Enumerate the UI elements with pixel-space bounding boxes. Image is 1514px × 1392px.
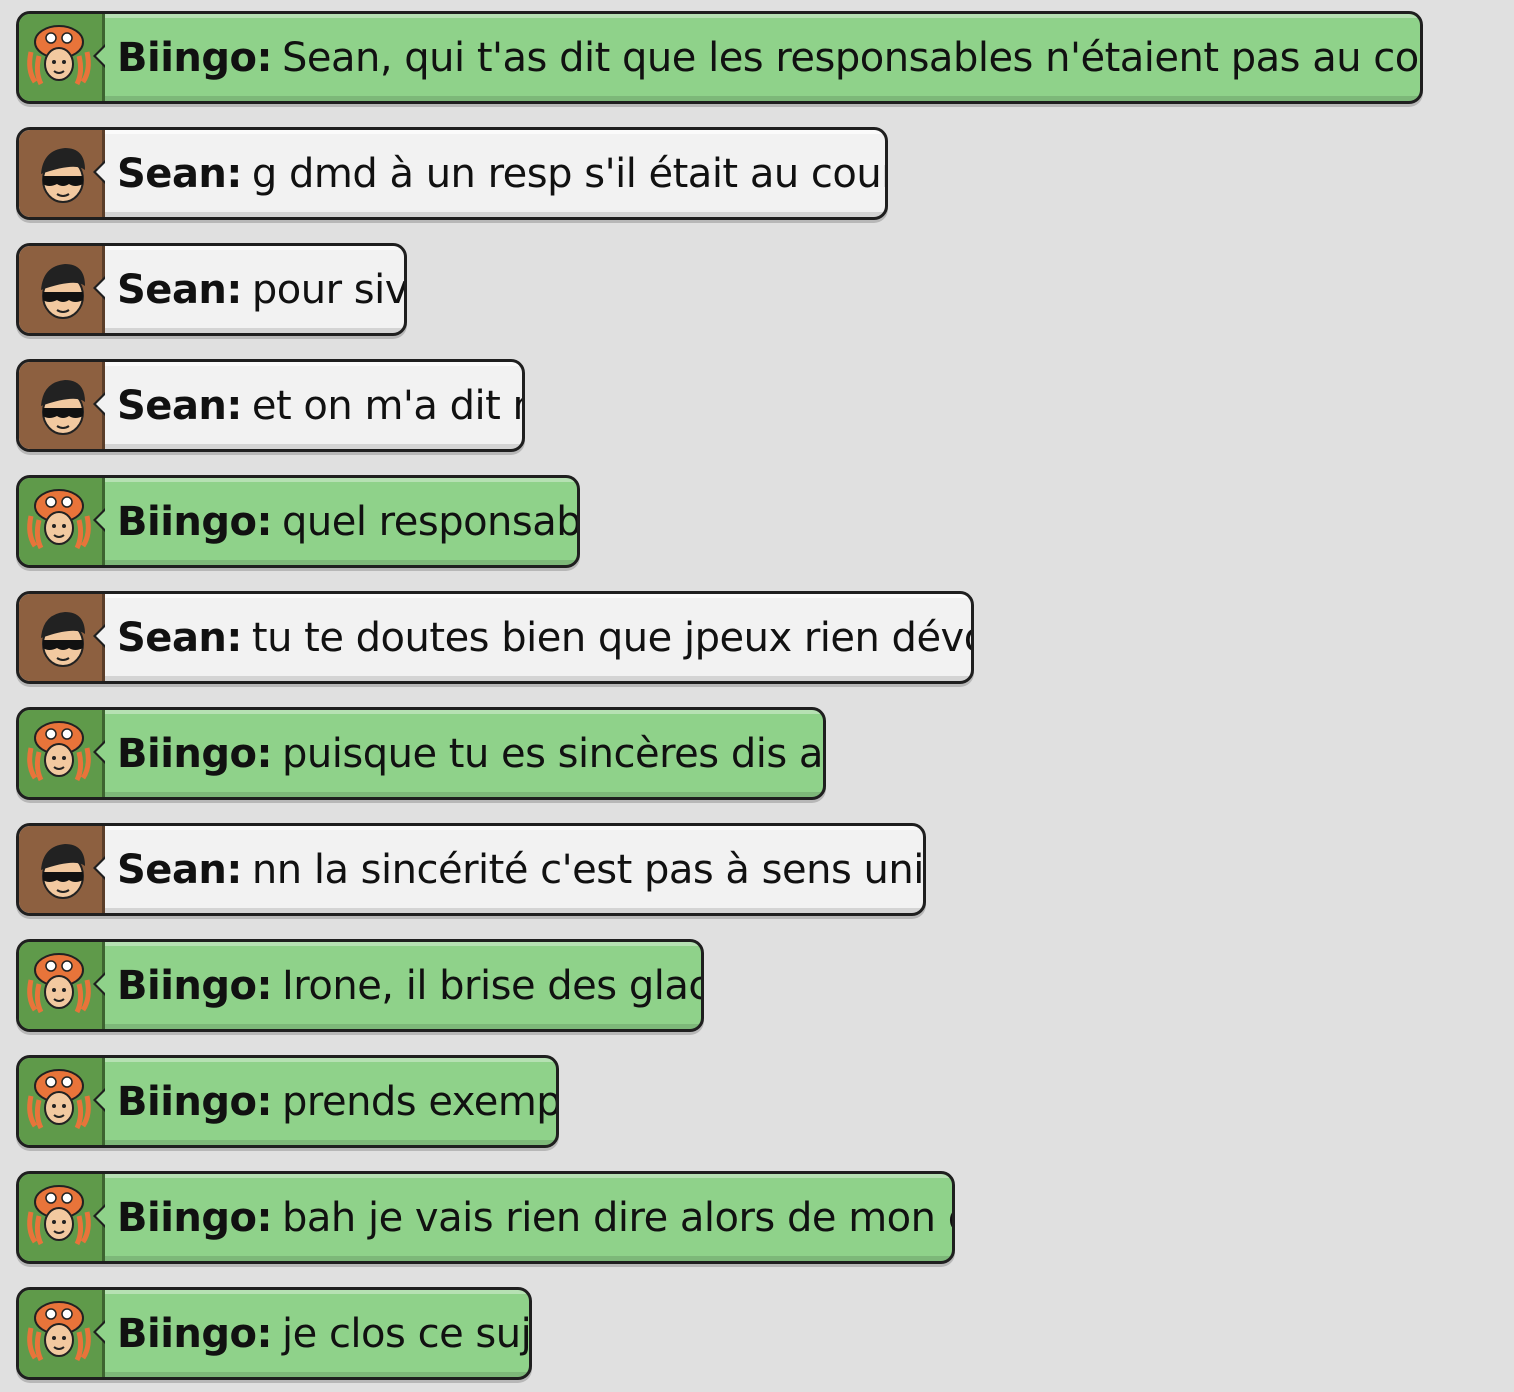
avatar[interactable] xyxy=(19,14,105,101)
message-username[interactable]: Sean: xyxy=(117,383,242,429)
message-username[interactable]: Biingo: xyxy=(117,731,273,777)
avatar[interactable] xyxy=(19,130,105,217)
message-text: je clos ce sujet xyxy=(282,1310,532,1357)
octopus-hat-avatar-icon xyxy=(27,1185,91,1246)
avatar[interactable] xyxy=(19,826,105,913)
message-text: puisque tu es sincères dis alors xyxy=(282,730,823,777)
message-text: g dmd à un resp s'il était au courant xyxy=(251,150,885,197)
avatar[interactable] xyxy=(19,478,105,565)
message-username[interactable]: Biingo: xyxy=(117,35,273,81)
message-username[interactable]: Biingo: xyxy=(117,1311,273,1357)
message-text: et on m'a dit nn xyxy=(251,382,522,429)
message-text: tu te doutes bien que jpeux rien dévoile… xyxy=(251,614,974,661)
message-username[interactable]: Biingo: xyxy=(117,963,273,1009)
sunglasses-avatar-icon xyxy=(41,264,85,319)
message-username[interactable]: Sean: xyxy=(117,615,242,661)
octopus-hat-avatar-icon xyxy=(27,489,91,550)
octopus-hat-avatar-icon xyxy=(27,953,91,1014)
avatar[interactable] xyxy=(19,1290,105,1377)
message-text: pour sive xyxy=(251,266,407,313)
avatar[interactable] xyxy=(19,246,105,333)
chat-message: Biingo: Irone, il brise des glaces xyxy=(16,939,704,1032)
message-username[interactable]: Sean: xyxy=(117,151,242,197)
sunglasses-avatar-icon xyxy=(41,612,85,667)
chat-message: Sean: tu te doutes bien que jpeux rien d… xyxy=(16,591,974,684)
message-text: nn la sincérité c'est pas à sens unique! xyxy=(251,846,924,893)
chat-message: Sean: pour sive xyxy=(16,243,407,336)
sunglasses-avatar-icon xyxy=(41,148,85,203)
chat-message: Biingo: Sean, qui t'as dit que les respo… xyxy=(16,11,1423,104)
chat-message: Biingo: puisque tu es sincères dis alors xyxy=(16,707,826,800)
avatar[interactable] xyxy=(19,1058,105,1145)
chat-message: Sean: g dmd à un resp s'il était au cour… xyxy=(16,127,888,220)
message-username[interactable]: Biingo: xyxy=(117,499,273,545)
message-username[interactable]: Sean: xyxy=(117,267,242,313)
chat-message: Sean: nn la sincérité c'est pas à sens u… xyxy=(16,823,926,916)
sunglasses-avatar-icon xyxy=(41,844,85,899)
avatar[interactable] xyxy=(19,942,105,1029)
chat-message: Biingo: je clos ce sujet xyxy=(16,1287,532,1380)
chat-message: Sean: et on m'a dit nn xyxy=(16,359,525,452)
message-username[interactable]: Sean: xyxy=(117,847,242,893)
message-text: Irone, il brise des glaces xyxy=(282,962,701,1009)
octopus-hat-avatar-icon xyxy=(27,25,91,86)
avatar[interactable] xyxy=(19,710,105,797)
octopus-hat-avatar-icon xyxy=(27,721,91,782)
avatar[interactable] xyxy=(19,594,105,681)
octopus-hat-avatar-icon xyxy=(27,1301,91,1362)
sunglasses-avatar-icon xyxy=(41,380,85,435)
message-text: bah je vais rien dire alors de mon coté xyxy=(282,1194,952,1241)
octopus-hat-avatar-icon xyxy=(27,1069,91,1130)
chat-message: Biingo: bah je vais rien dire alors de m… xyxy=(16,1171,955,1264)
chat-message: Biingo: prends exemple xyxy=(16,1055,559,1148)
message-text: quel responsable xyxy=(282,498,580,545)
avatar[interactable] xyxy=(19,362,105,449)
message-text: Sean, qui t'as dit que les responsables … xyxy=(282,34,1420,81)
message-username[interactable]: Biingo: xyxy=(117,1079,273,1125)
message-username[interactable]: Biingo: xyxy=(117,1195,273,1241)
chat-message: Biingo: quel responsable xyxy=(16,475,580,568)
message-text: prends exemple xyxy=(282,1078,559,1125)
avatar[interactable] xyxy=(19,1174,105,1261)
chat-log: Biingo: Sean, qui t'as dit que les respo… xyxy=(16,11,1496,1391)
